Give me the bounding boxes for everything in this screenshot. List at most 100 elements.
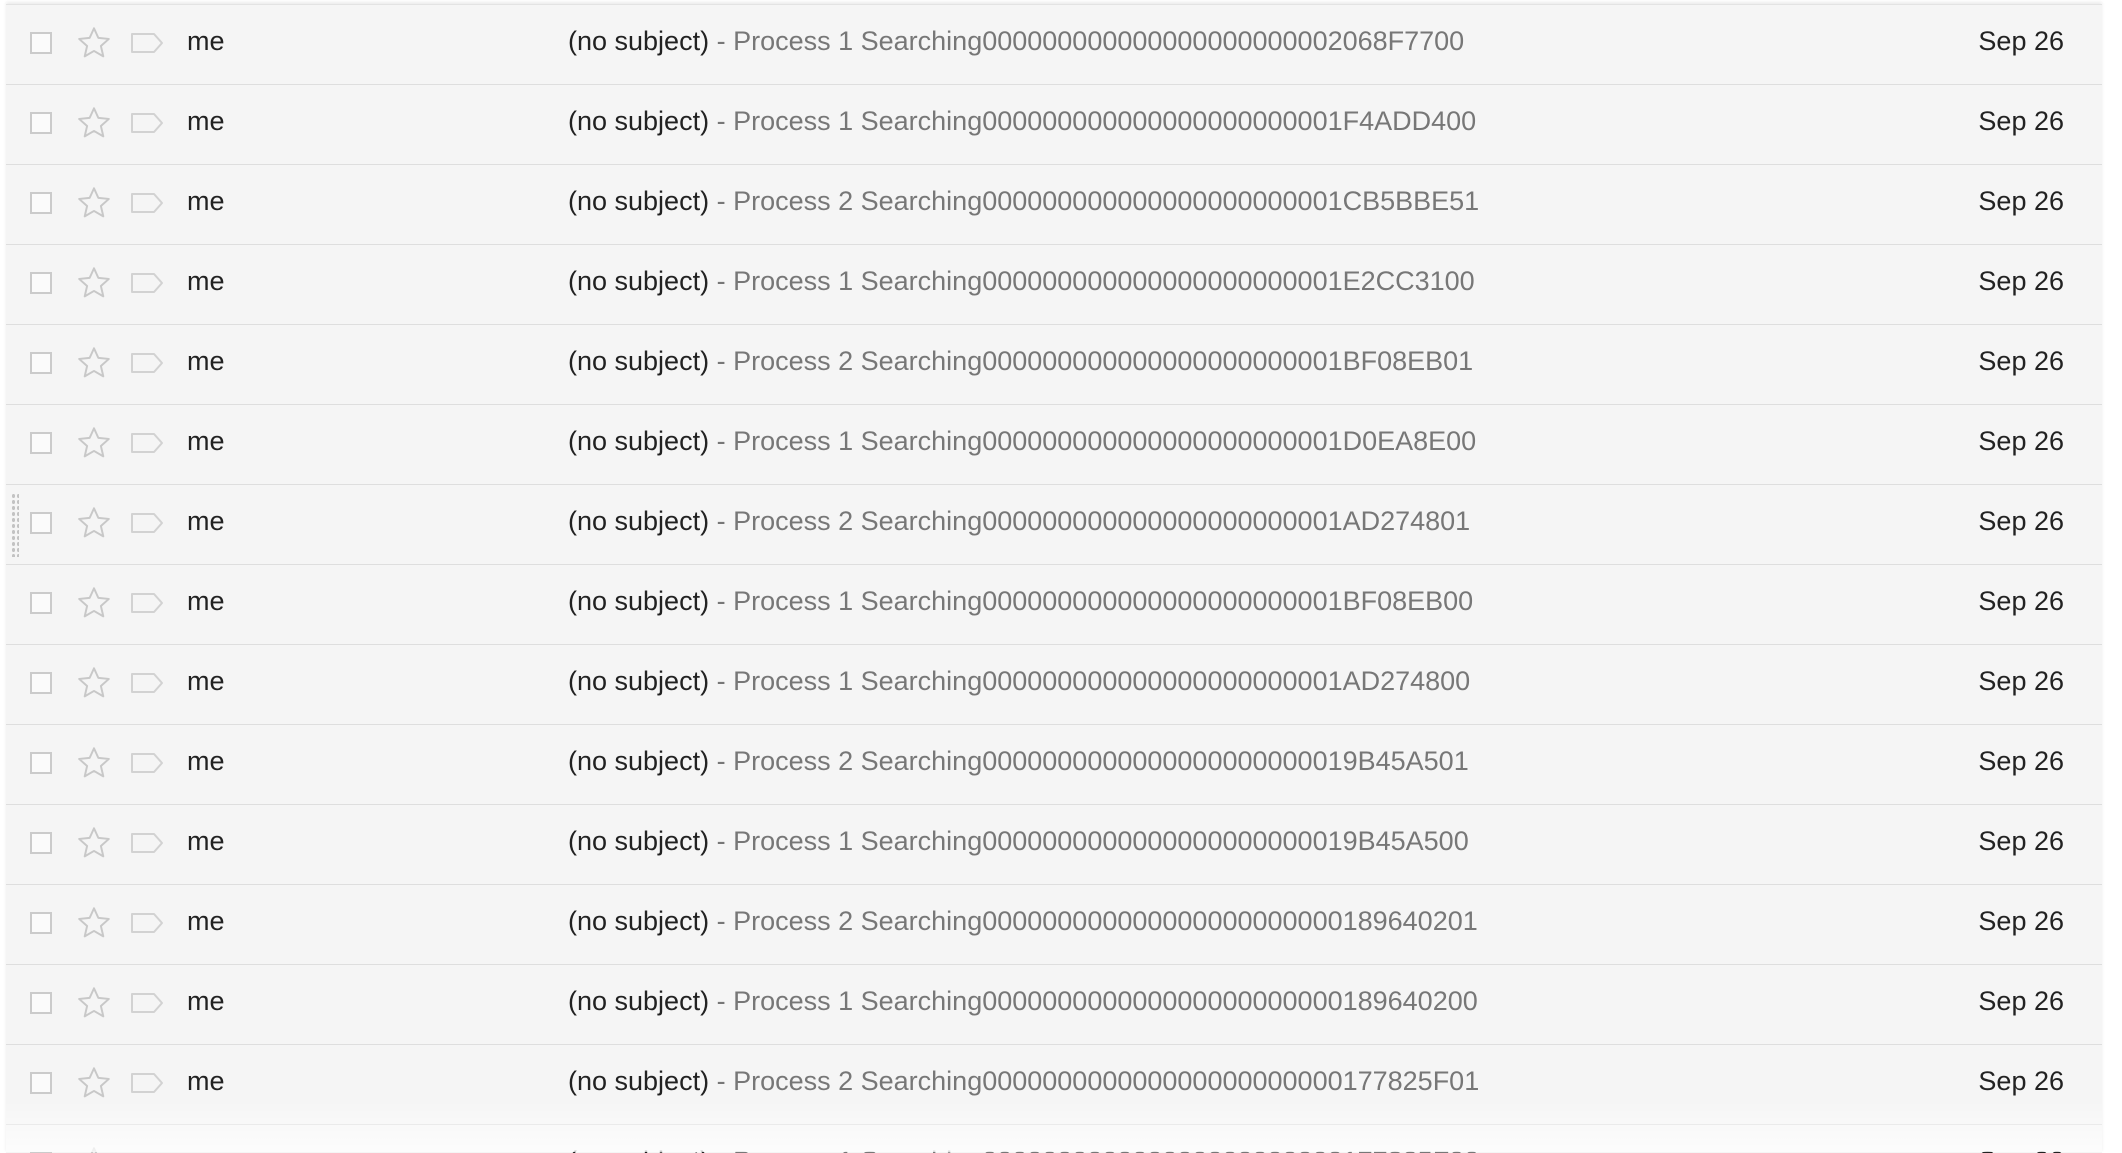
message-summary: (no subject) - Process 2 Searching000000… bbox=[568, 906, 1478, 937]
star-icon[interactable] bbox=[76, 265, 112, 301]
star-icon[interactable] bbox=[76, 825, 112, 861]
subject-separator: - bbox=[709, 186, 734, 216]
message-subject: (no subject) bbox=[568, 826, 710, 856]
message-date: Sep 26 bbox=[1978, 346, 2064, 376]
select-checkbox[interactable] bbox=[30, 272, 52, 294]
label-marker-icon[interactable] bbox=[130, 512, 164, 534]
label-marker-icon[interactable] bbox=[130, 432, 164, 454]
label-marker-icon[interactable] bbox=[130, 1072, 164, 1094]
message-row[interactable]: me (no subject) - Process 1 Searching000… bbox=[6, 565, 2102, 645]
sender-name: me bbox=[187, 986, 225, 1016]
message-snippet: Process 1 Searching000000000000000000000… bbox=[733, 586, 1474, 616]
message-summary: (no subject) - Process 1 Searching000000… bbox=[568, 26, 1464, 57]
message-summary: (no subject) - Process 1 Searching000000… bbox=[568, 266, 1475, 297]
message-snippet: Process 1 Searching000000000000000000000… bbox=[733, 986, 1478, 1016]
star-icon[interactable] bbox=[76, 105, 112, 141]
label-marker-icon[interactable] bbox=[130, 592, 164, 614]
select-checkbox[interactable] bbox=[30, 352, 52, 374]
message-row[interactable]: me (no subject) - Process 2 Searching000… bbox=[6, 165, 2102, 245]
message-row[interactable]: me (no subject) - Process 2 Searching000… bbox=[6, 725, 2102, 805]
message-subject: (no subject) bbox=[568, 1066, 710, 1096]
message-date: Sep 26 bbox=[1978, 106, 2064, 136]
select-checkbox[interactable] bbox=[30, 752, 52, 774]
subject-separator: - bbox=[709, 746, 734, 776]
select-checkbox[interactable] bbox=[30, 992, 52, 1014]
star-icon[interactable] bbox=[76, 185, 112, 221]
message-snippet: Process 1 Searching000000000000000000000… bbox=[733, 826, 1469, 856]
sender-name: me bbox=[187, 106, 225, 136]
star-icon[interactable] bbox=[76, 505, 112, 541]
message-list: me (no subject) - Process 1 Searching000… bbox=[6, 4, 2102, 1153]
star-icon[interactable] bbox=[76, 585, 112, 621]
select-checkbox[interactable] bbox=[30, 592, 52, 614]
select-checkbox[interactable] bbox=[30, 1072, 52, 1094]
star-icon[interactable] bbox=[76, 985, 112, 1021]
select-checkbox[interactable] bbox=[30, 432, 52, 454]
subject-separator: - bbox=[709, 266, 734, 296]
select-checkbox[interactable] bbox=[30, 672, 52, 694]
sender-name: me bbox=[187, 586, 225, 616]
label-marker-icon[interactable] bbox=[130, 272, 164, 294]
subject-separator: - bbox=[709, 506, 734, 536]
message-row[interactable]: me (no subject) - Process 2 Searching000… bbox=[6, 1045, 2102, 1125]
subject-separator: - bbox=[709, 346, 734, 376]
select-checkbox[interactable] bbox=[30, 192, 52, 214]
select-checkbox[interactable] bbox=[30, 912, 52, 934]
select-checkbox[interactable] bbox=[30, 112, 52, 134]
message-row[interactable]: me (no subject) - Process 1 Searching000… bbox=[6, 1125, 2102, 1153]
message-row[interactable]: me (no subject) - Process 2 Searching000… bbox=[6, 885, 2102, 965]
label-marker-icon[interactable] bbox=[130, 32, 164, 54]
star-icon[interactable] bbox=[76, 345, 112, 381]
message-row[interactable]: me (no subject) - Process 2 Searching000… bbox=[6, 485, 2102, 565]
message-subject: (no subject) bbox=[568, 106, 710, 136]
message-subject: (no subject) bbox=[568, 426, 710, 456]
star-icon[interactable] bbox=[76, 425, 112, 461]
message-subject: (no subject) bbox=[568, 586, 710, 616]
subject-separator: - bbox=[709, 906, 734, 936]
message-row[interactable]: me (no subject) - Process 1 Searching000… bbox=[6, 805, 2102, 885]
drag-handle-icon[interactable] bbox=[11, 493, 19, 557]
label-marker-icon[interactable] bbox=[130, 992, 164, 1014]
label-marker-icon[interactable] bbox=[130, 752, 164, 774]
message-row[interactable]: me (no subject) - Process 1 Searching000… bbox=[6, 5, 2102, 85]
star-icon[interactable] bbox=[76, 745, 112, 781]
label-marker-icon[interactable] bbox=[130, 192, 164, 214]
sender-name: me bbox=[187, 1066, 225, 1096]
sender-name: me bbox=[187, 906, 225, 936]
message-date: Sep 26 bbox=[1978, 826, 2064, 856]
message-subject: (no subject) bbox=[568, 266, 710, 296]
sender-name: me bbox=[187, 666, 225, 696]
message-summary: (no subject) - Process 2 Searching000000… bbox=[568, 1066, 1479, 1097]
label-marker-icon[interactable] bbox=[130, 912, 164, 934]
message-date: Sep 26 bbox=[1978, 666, 2064, 696]
message-row[interactable]: me (no subject) - Process 1 Searching000… bbox=[6, 245, 2102, 325]
label-marker-icon[interactable] bbox=[130, 832, 164, 854]
star-icon[interactable] bbox=[76, 25, 112, 61]
message-summary: (no subject) - Process 1 Searching000000… bbox=[568, 666, 1470, 697]
subject-separator: - bbox=[709, 426, 734, 456]
message-subject: (no subject) bbox=[568, 986, 710, 1016]
message-date: Sep 26 bbox=[1978, 266, 2064, 296]
label-marker-icon[interactable] bbox=[130, 352, 164, 374]
message-row[interactable]: me (no subject) - Process 1 Searching000… bbox=[6, 405, 2102, 485]
select-checkbox[interactable] bbox=[30, 512, 52, 534]
sender-name: me bbox=[187, 826, 225, 856]
sender-name: me bbox=[187, 426, 225, 456]
message-snippet: Process 2 Searching000000000000000000000… bbox=[733, 346, 1474, 376]
message-date: Sep 26 bbox=[1978, 906, 2064, 936]
label-marker-icon[interactable] bbox=[130, 672, 164, 694]
message-row[interactable]: me (no subject) - Process 2 Searching000… bbox=[6, 325, 2102, 405]
subject-separator: - bbox=[709, 666, 734, 696]
star-icon[interactable] bbox=[76, 1065, 112, 1101]
message-row[interactable]: me (no subject) - Process 1 Searching000… bbox=[6, 85, 2102, 165]
select-checkbox[interactable] bbox=[30, 32, 52, 54]
message-snippet: Process 1 Searching000000000000000000000… bbox=[733, 426, 1477, 456]
star-icon[interactable] bbox=[76, 905, 112, 941]
message-summary: (no subject) - Process 2 Searching000000… bbox=[568, 346, 1473, 377]
message-subject: (no subject) bbox=[568, 666, 710, 696]
star-icon[interactable] bbox=[76, 665, 112, 701]
label-marker-icon[interactable] bbox=[130, 112, 164, 134]
select-checkbox[interactable] bbox=[30, 832, 52, 854]
message-row[interactable]: me (no subject) - Process 1 Searching000… bbox=[6, 965, 2102, 1045]
message-row[interactable]: me (no subject) - Process 1 Searching000… bbox=[6, 645, 2102, 725]
